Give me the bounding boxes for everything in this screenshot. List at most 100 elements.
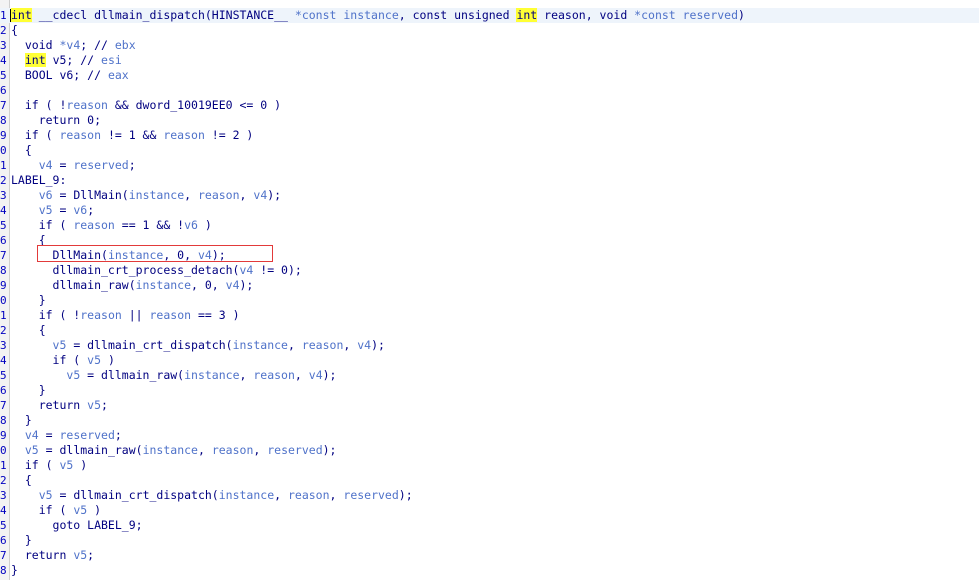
code-line[interactable]: 7 return v5; — [0, 548, 979, 563]
code-token: } — [11, 413, 32, 427]
code-token: BOOL v6; // — [11, 68, 108, 82]
variable-token: v5 — [38, 203, 53, 217]
code-line[interactable]: 2 { — [0, 323, 979, 338]
code-line[interactable]: 8 return 0; — [0, 113, 979, 128]
code-line[interactable]: 5 BOOL v6; // eax — [0, 68, 979, 83]
variable-token: instance — [142, 443, 198, 457]
code-line[interactable]: 5 v5 = dllmain_raw(instance, reason, v4)… — [0, 368, 979, 383]
code-token: ) — [101, 353, 115, 367]
variable-token: reason — [73, 218, 115, 232]
code-text: if ( reason == 1 && !v6 ) — [11, 218, 212, 233]
variable-token: v6 — [73, 203, 88, 217]
variable-token: instance — [128, 188, 185, 202]
code-line[interactable]: 8 } — [0, 413, 979, 428]
variable-token: reason — [163, 128, 205, 142]
code-line[interactable]: 6 — [0, 83, 979, 98]
variable-token: instance — [135, 278, 192, 292]
code-line[interactable]: 9 dllmain_raw(instance, 0, v4); — [0, 278, 979, 293]
code-text: dllmain_raw(instance, 0, v4); — [11, 278, 254, 293]
code-text: if ( v5 ) — [11, 353, 115, 368]
code-token: = dllmain_raw( — [38, 443, 143, 457]
code-text: { — [11, 323, 46, 338]
variable-token: v4 — [38, 158, 53, 172]
line-number: 7 — [0, 399, 7, 412]
code-line[interactable]: 4 v5 = v6; — [0, 203, 979, 218]
code-line[interactable]: 1 v4 = reserved; — [0, 158, 979, 173]
line-number: 3 — [0, 489, 7, 502]
code-line[interactable]: 0 } — [0, 293, 979, 308]
code-line[interactable]: 8 dllmain_crt_process_detach(v4 != 0); — [0, 263, 979, 278]
code-token: = — [52, 158, 74, 172]
code-token: if ( — [11, 128, 60, 142]
code-token: , — [239, 368, 254, 382]
code-line[interactable]: 0 v5 = dllmain_raw(instance, reason, res… — [0, 443, 979, 458]
code-line[interactable]: 6 } — [0, 533, 979, 548]
code-line[interactable]: 3 v6 = DllMain(instance, reason, v4); — [0, 188, 979, 203]
variable-token: reason — [301, 338, 344, 352]
code-line[interactable]: 2 LABEL_9: — [0, 173, 979, 188]
code-text: v5 = dllmain_raw(instance, reason, reser… — [11, 443, 337, 458]
code-line[interactable]: 5 goto LABEL_9; — [0, 518, 979, 533]
code-text: dllmain_crt_process_detach(v4 != 0); — [11, 263, 302, 278]
code-line[interactable]: 1 if ( !reason || reason == 3 ) — [0, 308, 979, 323]
line-number: 9 — [0, 279, 7, 292]
code-text: } — [11, 563, 18, 578]
code-line[interactable]: 4 int v5; // esi — [0, 53, 979, 68]
code-text: } — [11, 293, 46, 308]
line-number: 4 — [0, 504, 7, 517]
code-token: != 1 && — [101, 128, 164, 142]
code-line[interactable]: 1 int __cdecl dllmain_dispatch(HINSTANCE_… — [0, 8, 979, 23]
code-token: != 0); — [253, 263, 302, 277]
code-text: return 0; — [11, 113, 101, 128]
code-line[interactable]: 4 if ( v5 ) — [0, 353, 979, 368]
variable-token: reason — [211, 443, 254, 457]
variable-token: v5 — [73, 503, 88, 517]
variable-token: v4 — [225, 278, 240, 292]
code-line[interactable]: 1 if ( v5 ) — [0, 458, 979, 473]
code-text: v6 = DllMain(instance, reason, v4); — [11, 188, 281, 203]
code-line[interactable]: 6 } — [0, 383, 979, 398]
line-number: 5 — [0, 219, 7, 232]
code-token: ; — [114, 428, 122, 442]
code-line[interactable]: 5 if ( reason == 1 && !v6 ) — [0, 218, 979, 233]
code-token: ); — [239, 278, 254, 292]
code-line[interactable]: 9 if ( reason != 1 && reason != 2 ) — [0, 128, 979, 143]
comment-token: eax — [107, 68, 129, 82]
line-number: 7 — [0, 549, 7, 562]
code-token: , — [294, 368, 309, 382]
code-line[interactable]: 7 return v5; — [0, 398, 979, 413]
code-token: LABEL_9: — [11, 173, 67, 187]
code-token: = dllmain_crt_dispatch( — [52, 488, 219, 502]
code-line[interactable]: 9 v4 = reserved; — [0, 428, 979, 443]
code-line[interactable]: 7 if ( !reason && dword_10019EE0 <= 0 ) — [0, 98, 979, 113]
code-text: int __cdecl dllmain_dispatch(HINSTANCE__… — [11, 8, 745, 23]
code-line[interactable]: 8} — [0, 563, 979, 578]
code-token: if ( — [11, 503, 74, 517]
line-number: 5 — [0, 369, 7, 382]
code-line[interactable]: 0 { — [0, 143, 979, 158]
variable-token: v5 — [38, 488, 53, 502]
line-number: 0 — [0, 294, 7, 307]
variable-token: reason — [59, 128, 102, 142]
pseudocode-view[interactable]: 1 int __cdecl dllmain_dispatch(HINSTANCE_… — [0, 0, 979, 580]
code-line[interactable]: 4 if ( v5 ) — [0, 503, 979, 518]
line-number: 6 — [0, 84, 7, 97]
variable-token: v6 — [184, 218, 198, 232]
code-line[interactable]: 2 { — [0, 473, 979, 488]
code-token: ); — [322, 368, 337, 382]
comment-token: esi — [101, 53, 122, 67]
code-line[interactable]: 3 void *v4; // ebx — [0, 38, 979, 53]
variable-token: instance — [184, 368, 240, 382]
code-text: int v5; // esi — [11, 53, 122, 68]
code-text: v5 = dllmain_crt_dispatch(instance, reas… — [11, 338, 385, 353]
code-line[interactable]: 2{ — [0, 23, 979, 38]
code-text: { — [11, 473, 32, 488]
line-number: 9 — [0, 129, 7, 142]
code-token: , const unsigned — [398, 8, 517, 22]
code-line[interactable]: 3 v5 = dllmain_crt_dispatch(instance, re… — [0, 338, 979, 353]
code-line[interactable]: 3 v5 = dllmain_crt_dispatch(instance, re… — [0, 488, 979, 503]
